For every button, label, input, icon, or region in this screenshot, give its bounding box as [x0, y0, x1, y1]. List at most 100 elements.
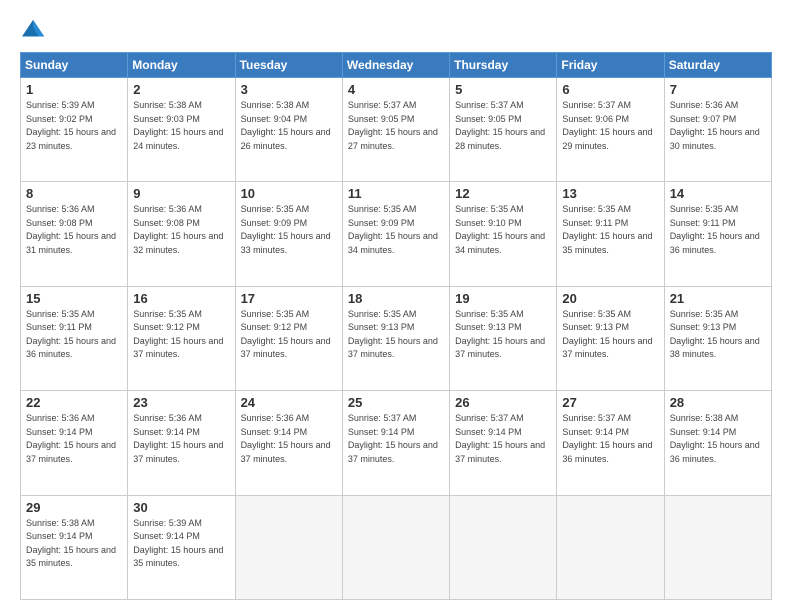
day-info: Sunrise: 5:37 AMSunset: 9:14 PMDaylight:…: [562, 413, 652, 464]
day-info: Sunrise: 5:35 AMSunset: 9:12 PMDaylight:…: [133, 309, 223, 360]
day-info: Sunrise: 5:35 AMSunset: 9:13 PMDaylight:…: [670, 309, 760, 360]
day-info: Sunrise: 5:38 AMSunset: 9:04 PMDaylight:…: [241, 100, 331, 151]
day-number: 10: [241, 186, 337, 201]
day-info: Sunrise: 5:37 AMSunset: 9:05 PMDaylight:…: [455, 100, 545, 151]
day-info: Sunrise: 5:36 AMSunset: 9:14 PMDaylight:…: [241, 413, 331, 464]
day-info: Sunrise: 5:38 AMSunset: 9:14 PMDaylight:…: [26, 518, 116, 569]
day-info: Sunrise: 5:35 AMSunset: 9:09 PMDaylight:…: [241, 204, 331, 255]
day-number: 14: [670, 186, 766, 201]
day-info: Sunrise: 5:37 AMSunset: 9:06 PMDaylight:…: [562, 100, 652, 151]
calendar-cell: 15 Sunrise: 5:35 AMSunset: 9:11 PMDayligh…: [21, 286, 128, 390]
day-number: 20: [562, 291, 658, 306]
calendar-cell: [342, 495, 449, 599]
week-row-4: 22 Sunrise: 5:36 AMSunset: 9:14 PMDayligh…: [21, 391, 772, 495]
day-info: Sunrise: 5:36 AMSunset: 9:07 PMDaylight:…: [670, 100, 760, 151]
day-number: 8: [26, 186, 122, 201]
calendar-cell: 1 Sunrise: 5:39 AMSunset: 9:02 PMDaylight…: [21, 78, 128, 182]
day-number: 13: [562, 186, 658, 201]
calendar-cell: [235, 495, 342, 599]
calendar-cell: 28 Sunrise: 5:38 AMSunset: 9:14 PMDayligh…: [664, 391, 771, 495]
week-row-3: 15 Sunrise: 5:35 AMSunset: 9:11 PMDayligh…: [21, 286, 772, 390]
day-number: 2: [133, 82, 229, 97]
calendar-cell: 9Sunrise: 5:36 AMSunset: 9:08 PMDaylight…: [128, 182, 235, 286]
day-number: 25: [348, 395, 444, 410]
calendar-cell: 8 Sunrise: 5:36 AMSunset: 9:08 PMDaylight…: [21, 182, 128, 286]
calendar-cell: 14 Sunrise: 5:35 AMSunset: 9:11 PMDayligh…: [664, 182, 771, 286]
week-row-5: 29 Sunrise: 5:38 AMSunset: 9:14 PMDayligh…: [21, 495, 772, 599]
day-info: Sunrise: 5:35 AMSunset: 9:11 PMDaylight:…: [562, 204, 652, 255]
day-number: 30: [133, 500, 229, 515]
day-number: 27: [562, 395, 658, 410]
calendar-cell: 2 Sunrise: 5:38 AMSunset: 9:03 PMDaylight…: [128, 78, 235, 182]
calendar-cell: 30 Sunrise: 5:39 AMSunset: 9:14 PMDayligh…: [128, 495, 235, 599]
calendar-cell: 10 Sunrise: 5:35 AMSunset: 9:09 PMDayligh…: [235, 182, 342, 286]
day-number: 28: [670, 395, 766, 410]
day-info: Sunrise: 5:37 AMSunset: 9:14 PMDaylight:…: [348, 413, 438, 464]
day-number: 3: [241, 82, 337, 97]
day-number: 5: [455, 82, 551, 97]
calendar-cell: 17 Sunrise: 5:35 AMSunset: 9:12 PMDayligh…: [235, 286, 342, 390]
day-number: 19: [455, 291, 551, 306]
day-info: Sunrise: 5:35 AMSunset: 9:11 PMDaylight:…: [26, 309, 116, 360]
calendar-table: SundayMondayTuesdayWednesdayThursdayFrid…: [20, 52, 772, 600]
day-number: 23: [133, 395, 229, 410]
week-row-2: 8 Sunrise: 5:36 AMSunset: 9:08 PMDaylight…: [21, 182, 772, 286]
day-info: Sunrise: 5:37 AMSunset: 9:14 PMDaylight:…: [455, 413, 545, 464]
day-number: 12: [455, 186, 551, 201]
day-info: Sunrise: 5:36 AMSunset: 9:08 PMDaylight:…: [26, 204, 116, 255]
calendar-cell: 21 Sunrise: 5:35 AMSunset: 9:13 PMDayligh…: [664, 286, 771, 390]
calendar-cell: 22 Sunrise: 5:36 AMSunset: 9:14 PMDayligh…: [21, 391, 128, 495]
calendar-cell: 7 Sunrise: 5:36 AMSunset: 9:07 PMDaylight…: [664, 78, 771, 182]
logo: [20, 18, 52, 42]
day-info: Sunrise: 5:35 AMSunset: 9:11 PMDaylight:…: [670, 204, 760, 255]
day-info: Sunrise: 5:35 AMSunset: 9:13 PMDaylight:…: [562, 309, 652, 360]
day-info: Sunrise: 5:38 AMSunset: 9:03 PMDaylight:…: [133, 100, 223, 151]
day-number: 7: [670, 82, 766, 97]
day-info: Sunrise: 5:35 AMSunset: 9:10 PMDaylight:…: [455, 204, 545, 255]
weekday-header-friday: Friday: [557, 53, 664, 78]
calendar-cell: 23 Sunrise: 5:36 AMSunset: 9:14 PMDayligh…: [128, 391, 235, 495]
day-info: Sunrise: 5:35 AMSunset: 9:12 PMDaylight:…: [241, 309, 331, 360]
calendar-cell: [664, 495, 771, 599]
calendar-cell: [557, 495, 664, 599]
day-number: 29: [26, 500, 122, 515]
calendar-cell: 24 Sunrise: 5:36 AMSunset: 9:14 PMDayligh…: [235, 391, 342, 495]
calendar-cell: 27 Sunrise: 5:37 AMSunset: 9:14 PMDayligh…: [557, 391, 664, 495]
day-info: Sunrise: 5:36 AMSunset: 9:14 PMDaylight:…: [26, 413, 116, 464]
calendar-cell: 3 Sunrise: 5:38 AMSunset: 9:04 PMDaylight…: [235, 78, 342, 182]
day-number: 9: [133, 186, 229, 201]
calendar-cell: 19Sunrise: 5:35 AMSunset: 9:13 PMDayligh…: [450, 286, 557, 390]
day-info: Sunrise: 5:35 AMSunset: 9:13 PMDaylight:…: [348, 309, 438, 360]
calendar-cell: 6 Sunrise: 5:37 AMSunset: 9:06 PMDaylight…: [557, 78, 664, 182]
week-row-1: 1 Sunrise: 5:39 AMSunset: 9:02 PMDaylight…: [21, 78, 772, 182]
header: [20, 18, 772, 42]
calendar-cell: [450, 495, 557, 599]
calendar-cell: 20 Sunrise: 5:35 AMSunset: 9:13 PMDayligh…: [557, 286, 664, 390]
weekday-header-tuesday: Tuesday: [235, 53, 342, 78]
calendar-cell: 12 Sunrise: 5:35 AMSunset: 9:10 PMDayligh…: [450, 182, 557, 286]
day-info: Sunrise: 5:36 AMSunset: 9:14 PMDaylight:…: [133, 413, 223, 464]
calendar-cell: 25 Sunrise: 5:37 AMSunset: 9:14 PMDayligh…: [342, 391, 449, 495]
calendar-cell: 13 Sunrise: 5:35 AMSunset: 9:11 PMDayligh…: [557, 182, 664, 286]
day-number: 4: [348, 82, 444, 97]
day-info: Sunrise: 5:37 AMSunset: 9:05 PMDaylight:…: [348, 100, 438, 151]
day-info: Sunrise: 5:39 AMSunset: 9:14 PMDaylight:…: [133, 518, 223, 569]
day-number: 22: [26, 395, 122, 410]
day-info: Sunrise: 5:39 AMSunset: 9:02 PMDaylight:…: [26, 100, 116, 151]
day-number: 17: [241, 291, 337, 306]
weekday-header-thursday: Thursday: [450, 53, 557, 78]
weekday-header-row: SundayMondayTuesdayWednesdayThursdayFrid…: [21, 53, 772, 78]
calendar-cell: 26Sunrise: 5:37 AMSunset: 9:14 PMDayligh…: [450, 391, 557, 495]
day-number: 1: [26, 82, 122, 97]
calendar-cell: 18 Sunrise: 5:35 AMSunset: 9:13 PMDayligh…: [342, 286, 449, 390]
day-number: 21: [670, 291, 766, 306]
day-info: Sunrise: 5:38 AMSunset: 9:14 PMDaylight:…: [670, 413, 760, 464]
day-number: 11: [348, 186, 444, 201]
day-number: 15: [26, 291, 122, 306]
weekday-header-monday: Monday: [128, 53, 235, 78]
day-number: 18: [348, 291, 444, 306]
day-number: 24: [241, 395, 337, 410]
day-number: 6: [562, 82, 658, 97]
day-number: 16: [133, 291, 229, 306]
calendar-cell: 29 Sunrise: 5:38 AMSunset: 9:14 PMDayligh…: [21, 495, 128, 599]
